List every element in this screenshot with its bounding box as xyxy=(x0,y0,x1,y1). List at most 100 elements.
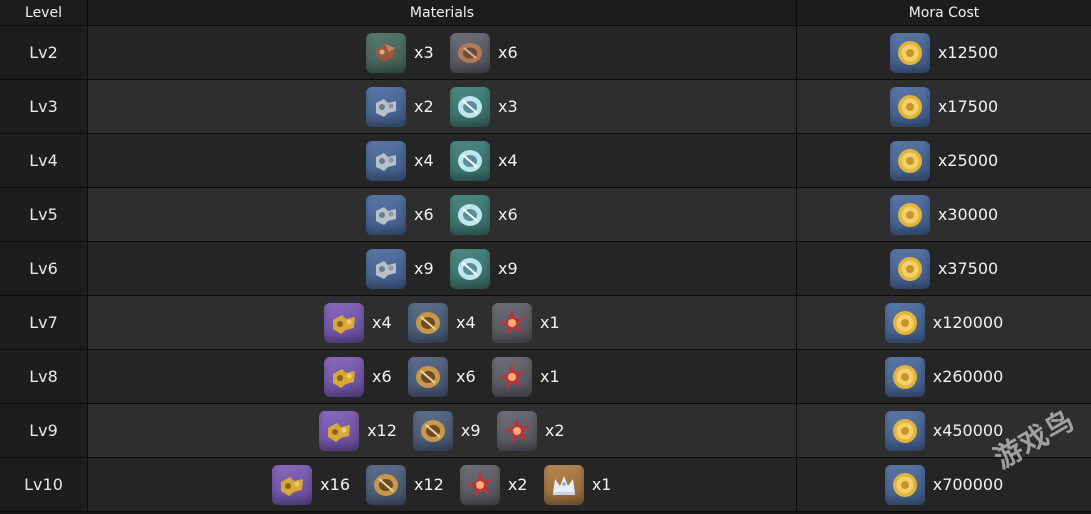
crystal-ring-icon xyxy=(450,194,490,235)
gold-ring-icon xyxy=(366,464,406,505)
material-item: x12 xyxy=(319,410,397,451)
gold-ring-icon xyxy=(412,410,453,451)
table-row: Lv7 x4 x4 x1 x120000 xyxy=(0,296,1091,350)
material-quantity: x4 xyxy=(498,151,518,170)
table-row: Lv2 x3 x6 x12500 xyxy=(0,26,1091,80)
mora-item: x30000 xyxy=(889,194,998,235)
mora-coin-icon xyxy=(884,464,925,505)
materials-cell: x12 x9 x2 xyxy=(88,404,797,457)
table-row: Lv6 x9 x9 x37500 xyxy=(0,242,1091,296)
material-item: x12 xyxy=(366,464,444,505)
material-quantity: x6 xyxy=(372,367,392,386)
red-shard-icon xyxy=(492,302,532,343)
material-quantity: x1 xyxy=(540,367,560,386)
level-cell: Lv10 xyxy=(0,458,88,511)
material-item: x4 xyxy=(450,140,518,181)
mora-amount: x12500 xyxy=(937,43,999,62)
material-item: x4 xyxy=(366,140,434,181)
material-item: x6 xyxy=(324,356,392,397)
crystal-ring-icon xyxy=(450,248,490,289)
mora-item: x25000 xyxy=(889,140,998,181)
crown-icon xyxy=(543,464,584,505)
mora-cost-cell: x17500 xyxy=(797,80,1091,133)
mora-cost-cell: x30000 xyxy=(797,188,1091,241)
material-quantity: x2 xyxy=(507,475,528,494)
mora-amount: x700000 xyxy=(932,475,1004,494)
gear-part-icon xyxy=(366,194,406,235)
material-quantity: x6 xyxy=(414,205,434,224)
mora-cost-cell: x12500 xyxy=(797,26,1091,79)
copper-ring-icon xyxy=(450,32,490,73)
material-quantity: x1 xyxy=(540,313,560,332)
material-item: x1 xyxy=(492,356,560,397)
gear-part-icon xyxy=(366,86,406,127)
material-item: x6 xyxy=(408,356,476,397)
mora-coin-icon xyxy=(884,356,925,397)
red-shard-icon xyxy=(459,464,500,505)
header-level: Level xyxy=(0,0,88,25)
mora-coin-icon xyxy=(889,248,930,289)
mora-coin-icon xyxy=(889,194,930,235)
table-row: Lv4 x4 x4 x25000 xyxy=(0,134,1091,188)
material-item: x1 xyxy=(492,302,560,343)
crystal-ring-icon xyxy=(450,86,490,127)
material-quantity: x3 xyxy=(414,43,434,62)
mora-cost-cell: x700000 xyxy=(797,458,1091,511)
level-cell: Lv6 xyxy=(0,242,88,295)
gold-part-icon xyxy=(324,356,364,397)
material-item: x2 xyxy=(459,464,528,505)
materials-cell: x6 x6 x1 xyxy=(88,350,797,403)
material-item: x6 xyxy=(450,32,518,73)
talent-cost-table: Level Materials Mora Cost Lv2 x3 x6 x12500 L… xyxy=(0,0,1091,512)
table-header: Level Materials Mora Cost xyxy=(0,0,1091,26)
material-item: x3 xyxy=(366,32,434,73)
material-item: x6 xyxy=(366,194,434,235)
material-quantity: x3 xyxy=(498,97,518,116)
table-row: Lv3 x2 x3 x17500 xyxy=(0,80,1091,134)
crystal-ring-icon xyxy=(450,140,490,181)
gold-part-icon xyxy=(319,410,360,451)
material-quantity: x6 xyxy=(456,367,476,386)
material-quantity: x6 xyxy=(498,43,518,62)
mora-item: x37500 xyxy=(889,248,999,289)
gold-ring-icon xyxy=(408,302,448,343)
mora-amount: x37500 xyxy=(937,259,999,278)
mora-item: x450000 xyxy=(884,410,1003,451)
gear-part-icon xyxy=(366,140,406,181)
level-cell: Lv4 xyxy=(0,134,88,187)
mora-coin-icon xyxy=(889,32,930,73)
material-item: x9 xyxy=(412,410,481,451)
gear-part-icon xyxy=(366,248,406,289)
material-quantity: x2 xyxy=(544,421,565,440)
gold-part-icon xyxy=(272,464,313,505)
mora-cost-cell: x25000 xyxy=(797,134,1091,187)
mora-item: x17500 xyxy=(889,86,998,127)
mora-item: x12500 xyxy=(889,32,999,73)
level-cell: Lv2 xyxy=(0,26,88,79)
mora-item: x260000 xyxy=(884,356,1004,397)
materials-cell: x9 x9 xyxy=(88,242,797,295)
materials-cell: x3 x6 xyxy=(88,26,797,79)
mora-amount: x260000 xyxy=(932,367,1004,386)
header-materials: Materials xyxy=(88,0,797,25)
material-quantity: x12 xyxy=(414,475,444,494)
mora-coin-icon xyxy=(884,410,925,451)
table-row: Lv5 x6 x6 x30000 xyxy=(0,188,1091,242)
material-quantity: x4 xyxy=(414,151,434,170)
material-item: x4 xyxy=(324,302,392,343)
material-item: x2 xyxy=(496,410,565,451)
gold-part-icon xyxy=(324,302,364,343)
material-quantity: x9 xyxy=(414,259,434,278)
mora-cost-cell: x120000 xyxy=(797,296,1091,349)
materials-cell: x16 x12 x2 x1 xyxy=(88,458,797,511)
material-quantity: x9 xyxy=(498,259,518,278)
red-shard-icon xyxy=(496,410,537,451)
mora-item: x700000 xyxy=(884,464,1004,505)
material-quantity: x6 xyxy=(498,205,518,224)
mora-coin-icon xyxy=(889,140,930,181)
material-quantity: x4 xyxy=(456,313,476,332)
material-item: x16 xyxy=(272,464,350,505)
header-mora-cost: Mora Cost xyxy=(908,4,980,21)
materials-cell: x4 x4 xyxy=(88,134,797,187)
level-cell: Lv5 xyxy=(0,188,88,241)
